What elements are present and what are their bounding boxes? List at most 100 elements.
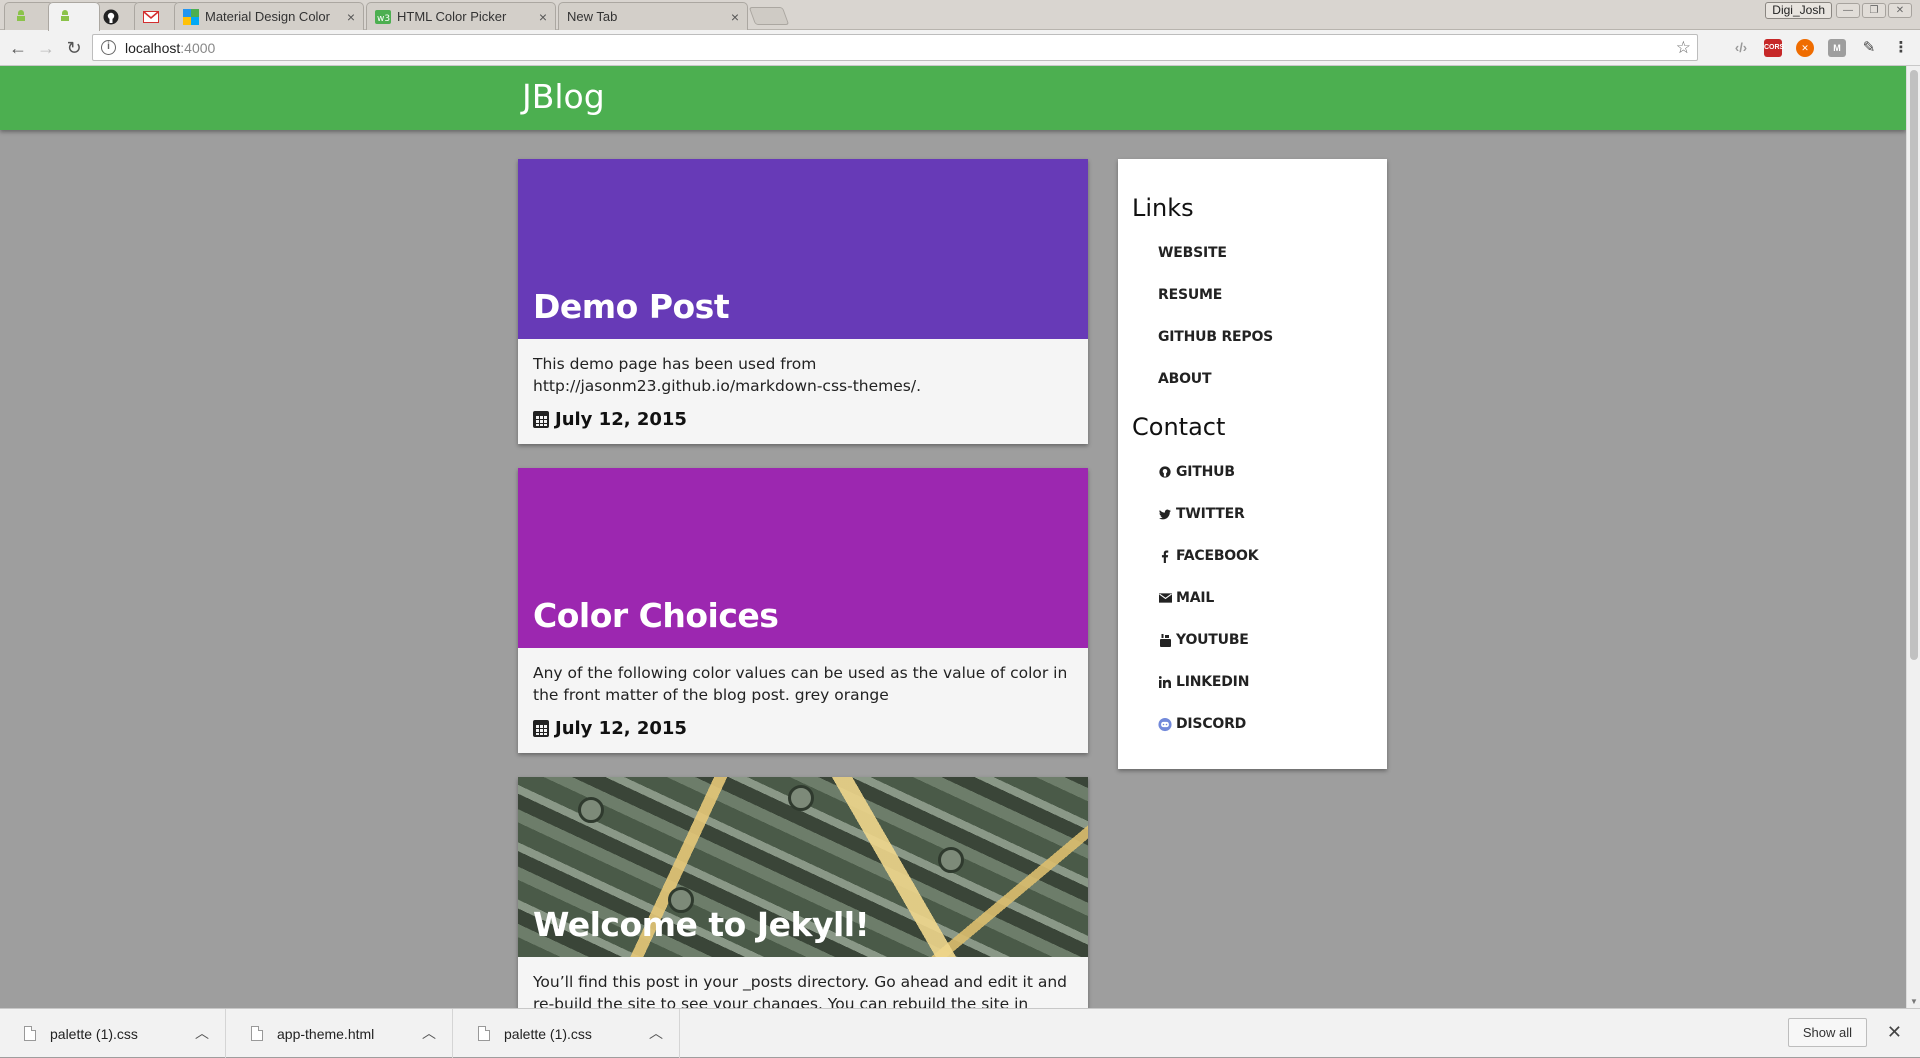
contact-link-discord[interactable]: Discord (1158, 716, 1246, 732)
close-icon[interactable]: ✕ (1887, 1022, 1902, 1043)
contact-link-youtube[interactable]: Youtube (1158, 632, 1249, 648)
post-card: Welcome to Jekyll! You’ll find this post… (518, 777, 1088, 1008)
tab-android-2[interactable] (48, 2, 100, 31)
contact-label: Discord (1176, 716, 1247, 732)
calendar-icon (533, 720, 549, 737)
back-icon[interactable]: ← (6, 36, 30, 60)
calendar-icon (533, 411, 549, 428)
file-icon (251, 1026, 263, 1041)
app-bar: JBlog (0, 66, 1906, 130)
url-port: :4000 (180, 39, 216, 56)
info-icon[interactable]: i (101, 40, 116, 55)
page-viewport: JBlog Demo Post This demo page has been … (0, 66, 1906, 1008)
new-tab-button[interactable] (748, 7, 790, 25)
scroll-down-icon[interactable]: ▼ (1910, 997, 1918, 1006)
tab-html-color-picker[interactable]: w3 HTML Color Picker × (366, 2, 556, 30)
code-icon[interactable]: ‹/› (1732, 39, 1750, 57)
close-icon[interactable]: × (731, 9, 739, 25)
eyedropper-icon[interactable]: ✎ (1860, 39, 1878, 57)
svg-text:w3: w3 (377, 14, 390, 24)
youtube-icon (1158, 633, 1172, 647)
w3-icon: w3 (375, 9, 391, 25)
gmail-icon (143, 9, 159, 25)
post-date: July 12, 2015 (533, 718, 1073, 739)
tab-android-1[interactable] (4, 2, 54, 30)
post-hero[interactable]: Demo Post (518, 159, 1088, 339)
post-title[interactable]: Welcome to Jekyll! (533, 905, 870, 944)
contact-label: Twitter (1176, 506, 1245, 522)
m-icon[interactable]: M (1828, 39, 1846, 57)
close-icon[interactable]: × (347, 9, 355, 25)
contact-label: Facebook (1176, 548, 1259, 564)
post-title[interactable]: Demo Post (533, 287, 730, 326)
extension-icon[interactable]: ✕ (1796, 39, 1814, 57)
tab-new-tab[interactable]: New Tab × (558, 2, 748, 30)
download-item[interactable]: palette (1).css ︿ (0, 1009, 226, 1058)
show-all-button[interactable]: Show all (1787, 1018, 1867, 1047)
material-icon (183, 8, 199, 25)
github-icon (103, 9, 119, 25)
sidebar-link-resume[interactable]: Resume (1158, 287, 1222, 303)
scrollbar-thumb[interactable] (1910, 70, 1918, 660)
tab-strip: Material Design Color × w3 HTML Color Pi… (0, 0, 1920, 31)
close-window-button[interactable]: ✕ (1888, 3, 1912, 18)
discord-icon (1158, 717, 1172, 731)
site-brand[interactable]: JBlog (522, 77, 605, 116)
tab-label: Material Design Color (205, 9, 330, 24)
post-card: Demo Post This demo page has been used f… (518, 159, 1088, 444)
chevron-up-icon[interactable]: ︿ (195, 1023, 209, 1043)
mail-icon (1158, 591, 1172, 605)
cors-icon[interactable]: CORS (1764, 39, 1784, 57)
bookmark-star-icon[interactable]: ☆ (1676, 38, 1691, 58)
post-date-text: July 12, 2015 (555, 409, 687, 430)
tab-label: HTML Color Picker (397, 9, 507, 24)
post-body: You’ll find this post in your _posts dir… (518, 957, 1088, 1008)
post-excerpt: You’ll find this post in your _posts dir… (533, 973, 1067, 1008)
download-item[interactable]: palette (1).css ︿ (454, 1009, 680, 1058)
contact-link-mail[interactable]: Mail (1158, 590, 1214, 606)
post-hero-image[interactable]: Welcome to Jekyll! (518, 777, 1088, 957)
sidebar-link-github-repos[interactable]: Github Repos (1158, 329, 1273, 345)
tab-label: New Tab (567, 9, 618, 24)
profile-button[interactable]: Digi_Josh (1765, 2, 1832, 19)
facebook-icon (1158, 549, 1172, 563)
reload-icon[interactable]: ↻ (62, 36, 86, 60)
sidebar-link-website[interactable]: Website (1158, 245, 1227, 261)
contact-link-github[interactable]: Github (1158, 464, 1235, 480)
github-icon (1158, 465, 1172, 479)
browser-toolbar: ← → ↻ i localhost:4000 ☆ ‹/› CORS ✕ M ✎ … (0, 30, 1920, 66)
banknote-seal (788, 785, 814, 811)
sidebar-link-about[interactable]: About (1158, 371, 1212, 387)
maximize-button[interactable]: ❐ (1862, 3, 1886, 18)
post-body: This demo page has been used from http:/… (518, 339, 1088, 444)
contact-link-twitter[interactable]: Twitter (1158, 506, 1245, 522)
address-bar[interactable]: i localhost:4000 ☆ (92, 34, 1698, 61)
menu-icon[interactable]: ⋮ (1892, 39, 1910, 57)
chevron-up-icon[interactable]: ︿ (649, 1023, 663, 1043)
forward-icon[interactable]: → (34, 36, 58, 60)
page-scrollbar[interactable]: ▲ ▼ (1906, 66, 1920, 1008)
minimize-button[interactable]: — (1836, 3, 1860, 18)
post-date-text: July 12, 2015 (555, 718, 687, 739)
post-date: July 12, 2015 (533, 409, 1073, 430)
download-item[interactable]: app-theme.html ︿ (227, 1009, 453, 1058)
contact-link-linkedin[interactable]: LinkedIn (1158, 674, 1249, 690)
twitter-icon (1158, 507, 1172, 521)
post-excerpt: Any of the following color values can be… (533, 664, 1068, 704)
linkedin-icon (1158, 675, 1172, 689)
file-icon (478, 1026, 490, 1041)
contact-label: Youtube (1176, 632, 1249, 648)
url-host: localhost (125, 39, 181, 56)
contact-link-facebook[interactable]: Facebook (1158, 548, 1259, 564)
links-heading: Links (1132, 194, 1194, 222)
android-icon (57, 9, 73, 25)
close-icon[interactable]: × (539, 9, 547, 25)
contact-heading: Contact (1132, 413, 1226, 441)
post-title[interactable]: Color Choices (533, 596, 779, 635)
post-body: Any of the following color values can be… (518, 648, 1088, 753)
post-hero[interactable]: Color Choices (518, 468, 1088, 648)
post-excerpt: This demo page has been used from http:/… (533, 355, 921, 395)
tab-material-design-color[interactable]: Material Design Color × (174, 2, 364, 30)
chevron-up-icon[interactable]: ︿ (422, 1023, 436, 1043)
download-filename: palette (1).css (504, 1025, 592, 1042)
